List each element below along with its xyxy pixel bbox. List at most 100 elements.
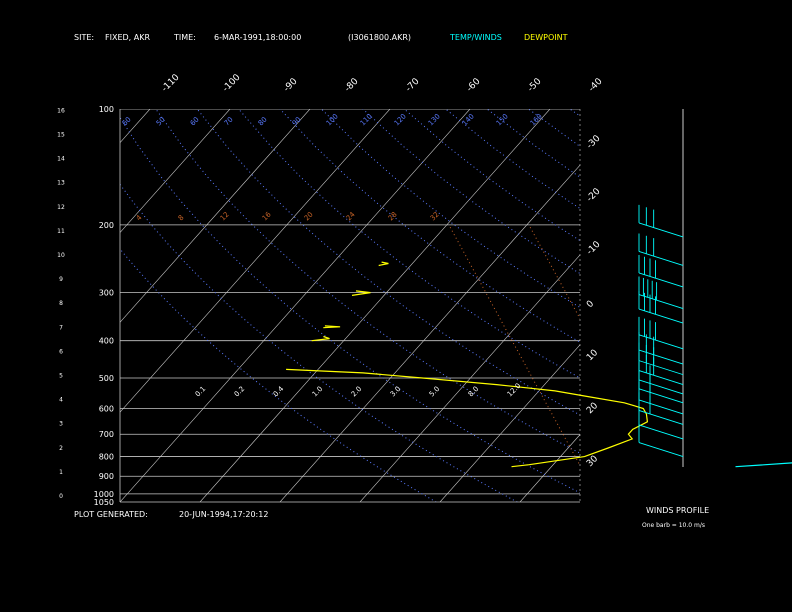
pressure-tick-label: 400 [99,337,114,346]
dry-adiabat-label: 60 [121,115,133,127]
dry-adiabat-label: 110 [359,112,374,127]
mixing-ratio-label: 12.0 [506,382,523,399]
axis-labels-group: 1002003004005006007008009001000105001234… [57,72,605,507]
height-tick-label: 9 [59,276,63,283]
moist-label: 24 [345,210,357,222]
legend-dewpoint: DEWPOINT [524,33,568,42]
dewpoint-line [286,368,649,468]
isotherm-top-label: -60 [465,76,483,94]
wind-barb-shaft [638,222,684,238]
dry-adiabat-label: 160 [529,112,544,127]
height-tick-label: 2 [59,445,63,452]
pressure-tick-label: 200 [99,221,114,230]
isotherm-line [760,109,792,502]
isotherm-right-label: 10 [585,348,600,363]
dry-adiabat-line [238,109,580,379]
dry-adiabat-label: 70 [223,115,235,127]
dry-adiabat-label: 50 [155,115,167,127]
isotherm-top-label: -40 [587,76,605,94]
dry-adiabat-label: 120 [393,112,408,127]
plot-generated-value: 20-JUN-1994,17:20:12 [179,510,269,519]
mixing-ratio-label: 8.0 [467,385,481,399]
pressure-tick-label: 1050 [94,498,114,507]
height-tick-label: 1 [59,469,63,476]
isotherm-line [120,109,391,413]
dry-adiabat-line [279,109,580,343]
winds-profile-title: WINDS PROFILE [646,506,710,515]
dry-adiabat-line [403,109,580,242]
mixing-ratio-label: 0.2 [233,385,247,399]
winds-profile-note: One barb = 10.0 m/s [642,522,705,529]
sounding-group [286,261,792,468]
moist-label: 8 [177,214,186,223]
wind-barb-shaft [638,251,684,266]
mixing-ratio-label: 2.0 [350,385,364,399]
height-tick-label: 14 [57,156,65,163]
mixing-ratio-label: 1.0 [311,385,325,399]
dry-adiabat-label: 90 [291,115,303,127]
isotherm-line [439,344,580,502]
dry-adiabat-label: 60 [189,115,201,127]
isotherm-right-label: -10 [585,239,603,257]
time-value: 6-MAR-1991,18:00:00 [214,33,302,42]
isotherm-line [359,254,580,502]
wind-barb-shaft [638,294,684,309]
pressure-tick-label: 100 [99,105,114,114]
isotherm-top-label: -100 [221,72,243,94]
wind-barb-shaft [638,272,684,288]
height-tick-label: 4 [59,397,63,404]
pressure-tick-label: 700 [99,430,114,439]
mixing-ratio-label: 0.1 [194,385,208,399]
isotherm-top-label: -80 [343,76,361,94]
wind-barb-shaft [638,388,684,404]
dry-adiabat-line [196,109,580,416]
isotherm-line [680,109,792,502]
time-label: TIME: [174,33,196,42]
height-tick-label: 3 [59,421,63,428]
height-tick-label: 12 [57,204,65,211]
dry-adiabat-label: 100 [325,112,340,127]
isotherm-right-label: 20 [585,401,600,416]
moist-label: 4 [135,213,144,222]
skewt-diagram: 1002003004005006007008009001000105001234… [57,72,792,507]
mixing-ratio-label: 3.0 [389,385,403,399]
dry-adiabat-line [777,109,792,502]
dry-adiabat-line [321,109,580,308]
height-tick-label: 5 [59,373,63,380]
mixing-ratio-line [609,225,760,502]
dewpoint-fragment [311,335,330,342]
mixing-ratio-label: 5.0 [428,385,442,399]
temperature-line [735,462,792,468]
legend-temp-winds: TEMP/WINDS [450,33,502,42]
file-id: (I3061800.AKR) [348,33,412,42]
height-tick-label: 11 [57,228,65,235]
wind-barb-shaft [638,442,684,457]
pressure-tick-label: 500 [99,374,114,383]
isotherm-top-label: -110 [160,72,182,94]
mixing-ratio-label: 0.4 [272,384,286,398]
moist-label: 12 [219,210,231,222]
pressure-tick-label: 900 [99,472,114,481]
site-label: SITE: [74,33,95,42]
isotherm-line [600,109,792,502]
dry-adiabat-line [736,109,792,502]
dry-adiabat-line [528,109,580,148]
height-tick-label: 13 [57,180,65,187]
moist-label: 28 [387,210,399,222]
isotherm-top-label: -70 [404,76,422,94]
height-tick-label: 7 [59,324,63,331]
dry-adiabat-label: 80 [257,115,269,127]
height-tick-label: 15 [57,132,65,139]
pressure-tick-label: 600 [99,404,114,413]
dry-adiabat-line [611,109,792,502]
height-tick-label: 8 [59,300,63,307]
wind-barb-shaft [638,424,684,440]
wind-barb-shaft [638,334,684,350]
height-tick-label: 10 [57,252,65,259]
isotherm-right-label: -20 [585,186,603,204]
isotherm-line [120,109,231,233]
pressure-tick-label: 300 [99,289,114,298]
isotherm-right-label: -30 [585,133,603,151]
isotherm-right-label: 0 [585,299,596,310]
mixing-ratio-line [528,224,580,320]
